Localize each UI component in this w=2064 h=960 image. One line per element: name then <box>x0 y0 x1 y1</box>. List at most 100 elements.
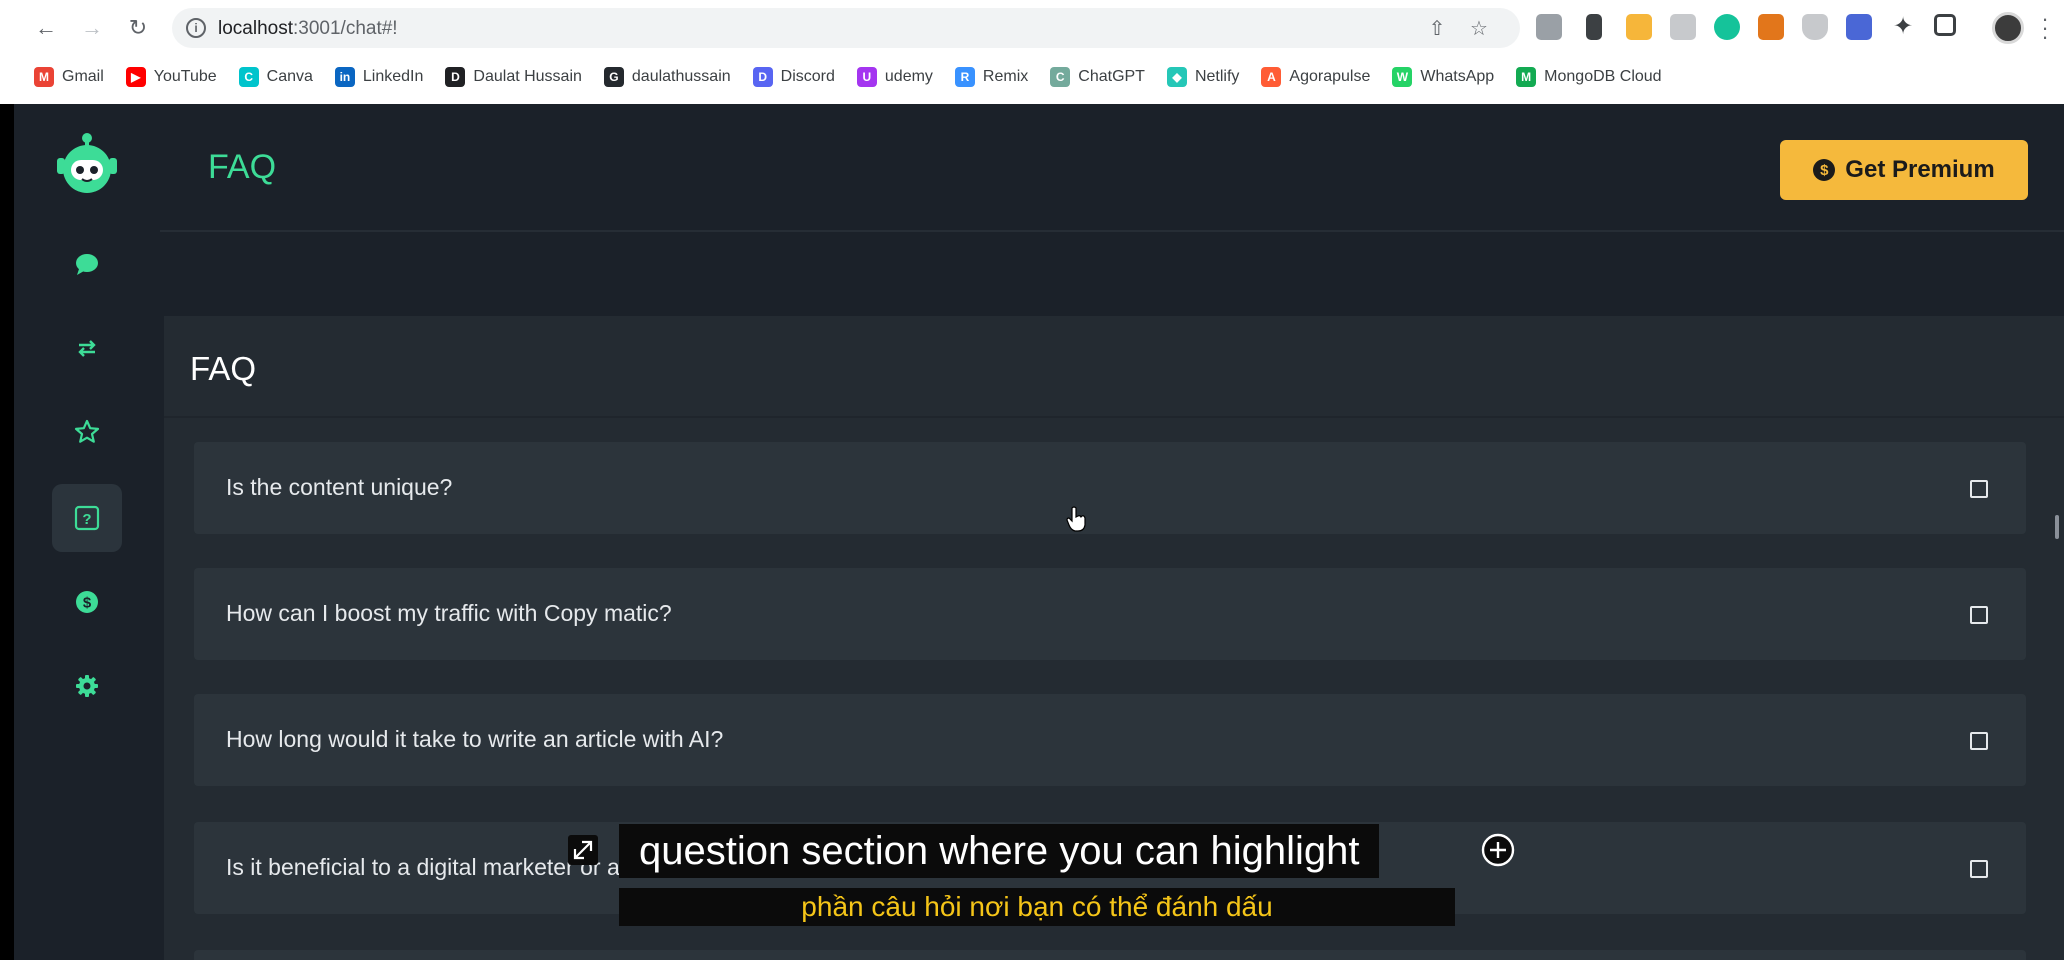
extension-icon[interactable] <box>1626 14 1652 40</box>
question-icon: ? <box>74 505 100 531</box>
bookmark-label: daulathussain <box>631 68 731 85</box>
bookmark-item[interactable]: C Canva <box>238 67 313 87</box>
faq-item[interactable]: How long would it take to write an artic… <box>194 694 2026 786</box>
expand-toggle-icon[interactable] <box>1970 606 1988 624</box>
bookmark-label: Agorapulse <box>1289 68 1371 85</box>
reload-icon[interactable]: ↻ <box>122 12 154 44</box>
bookmark-star-icon[interactable]: ☆ <box>1468 18 1490 40</box>
bookmarks-bar: M Gmail ▶ YouTube C Canva in LinkedIn D Daulat Hu… <box>0 60 2064 94</box>
sidebar: ? $ <box>14 104 160 960</box>
github-icon: G <box>603 67 624 87</box>
robot-logo-icon[interactable] <box>54 132 120 198</box>
get-premium-label: Get Premium <box>1845 156 1995 183</box>
menu-icon[interactable]: · · · <box>2040 8 2050 48</box>
sidebar-item-transfer[interactable] <box>52 314 122 382</box>
faq-item[interactable] <box>194 950 2026 960</box>
bookmark-label: udemy <box>884 68 933 85</box>
bookmark-item[interactable]: W WhatsApp <box>1392 67 1494 87</box>
youtube-icon: ▶ <box>125 67 146 87</box>
sidebar-item-billing[interactable]: $ <box>52 568 122 636</box>
canva-icon: C <box>238 67 259 87</box>
bookmark-item[interactable]: Gdaulathussain <box>603 67 731 87</box>
bookmark-item[interactable]: C ChatGPT <box>1050 67 1145 87</box>
expand-toggle-icon[interactable] <box>1970 732 1988 750</box>
sidebar-item-favorites[interactable] <box>52 398 122 466</box>
expand-toggle-icon[interactable] <box>1970 860 1988 878</box>
bookmark-item[interactable]: D Discord <box>752 67 835 87</box>
profile-avatar[interactable] <box>1992 12 2024 44</box>
faq-item[interactable]: How can I boost my traffic with Copy mat… <box>194 568 2026 660</box>
extension-icon[interactable] <box>1846 14 1872 40</box>
svg-text:?: ? <box>82 511 91 528</box>
metamask-icon[interactable] <box>1758 14 1784 40</box>
bookmark-label: Remix <box>982 68 1029 85</box>
whatsapp-icon: W <box>1392 67 1413 87</box>
url-path: :3001/chat#! <box>293 18 398 39</box>
bookmark-label: Netlify <box>1194 68 1240 85</box>
share-icon[interactable]: ⇧ <box>1426 18 1448 40</box>
bookmark-label: Daulat Hussain <box>473 68 582 85</box>
person-icon: D <box>445 67 466 87</box>
bookmark-item[interactable]: ▶ YouTube <box>125 67 217 87</box>
transfer-icon <box>78 340 96 357</box>
bookmark-label: Canva <box>266 68 313 85</box>
add-circle-icon[interactable] <box>1480 832 1516 868</box>
bookmark-label: ChatGPT <box>1078 68 1145 85</box>
bookmark-item[interactable]: in LinkedIn <box>334 67 423 87</box>
caption-line: question section where you can highlight <box>619 824 1380 878</box>
chat-icon <box>76 254 98 275</box>
mongodb-icon: M <box>1516 67 1537 87</box>
sidepanel-icon[interactable] <box>1934 14 1956 36</box>
chatgpt-icon: C <box>1050 67 1071 87</box>
bookmark-item[interactable]: A Agorapulse <box>1261 67 1370 87</box>
eyedropper-icon[interactable] <box>1586 14 1602 40</box>
linkedin-icon: in <box>334 67 355 87</box>
bookmark-label: WhatsApp <box>1420 68 1495 85</box>
bookmark-label: Discord <box>780 68 835 85</box>
scrollbar-thumb[interactable] <box>2055 515 2059 539</box>
camera-icon[interactable] <box>1670 14 1696 40</box>
sidebar-item-faq[interactable]: ? <box>52 484 122 552</box>
bookmark-label: Gmail <box>62 68 104 85</box>
bookmark-label: MongoDB Cloud <box>1544 68 1662 85</box>
bookmark-item[interactable]: R Remix <box>954 67 1029 87</box>
browser-chrome: ← → ↻ i localhost:3001/chat#! ⇧ ☆ ✦ · · · … <box>0 0 2064 104</box>
page-title: FAQ <box>208 148 277 186</box>
gear-icon <box>76 675 98 697</box>
sidebar-item-chat[interactable] <box>52 230 122 298</box>
faq-question: Is the content unique? <box>226 474 453 500</box>
url-host: localhost <box>218 18 293 39</box>
sidebar-item-settings[interactable] <box>52 652 122 720</box>
star-icon <box>74 419 100 443</box>
extension-icon[interactable] <box>1536 14 1562 40</box>
remix-icon: R <box>954 67 975 87</box>
agorapulse-icon: A <box>1261 67 1282 87</box>
get-premium-button[interactable]: $ Get Premium <box>1780 140 2028 200</box>
bookmark-label: YouTube <box>153 68 217 85</box>
faq-item[interactable]: Is the content unique? <box>194 442 2026 534</box>
divider <box>164 416 2064 418</box>
puzzle-icon[interactable]: ✦ <box>1890 14 1916 40</box>
bookmark-item[interactable]: Uudemy <box>856 67 933 87</box>
address-bar[interactable]: i localhost:3001/chat#! ⇧ ☆ <box>172 8 1520 48</box>
grammarly-icon[interactable] <box>1714 14 1740 40</box>
bookmark-item[interactable]: D Daulat Hussain <box>445 67 582 87</box>
forward-icon[interactable]: → <box>76 12 108 44</box>
url-text: localhost:3001/chat#! <box>218 18 398 40</box>
netlify-icon: ◆ <box>1166 67 1187 87</box>
site-info-icon[interactable]: i <box>186 18 206 38</box>
faq-question: How long would it take to write an artic… <box>226 726 724 752</box>
caption-translation: phần câu hỏi nơi bạn có thể đánh dấu <box>619 888 1455 926</box>
expand-icon[interactable] <box>566 833 600 867</box>
svg-text:$: $ <box>83 595 92 612</box>
bookmark-item[interactable]: M MongoDB Cloud <box>1516 67 1662 87</box>
bookmark-item[interactable]: ◆ Netlify <box>1166 67 1240 87</box>
faq-heading: FAQ <box>190 350 257 387</box>
back-icon[interactable]: ← <box>30 12 62 44</box>
udemy-icon: U <box>856 67 877 87</box>
bookmark-item[interactable]: M Gmail <box>34 67 104 87</box>
gmail-icon: M <box>34 67 54 87</box>
expand-toggle-icon[interactable] <box>1970 480 1988 498</box>
dollar-icon: $ <box>1813 159 1836 181</box>
shield-icon[interactable] <box>1802 14 1828 40</box>
